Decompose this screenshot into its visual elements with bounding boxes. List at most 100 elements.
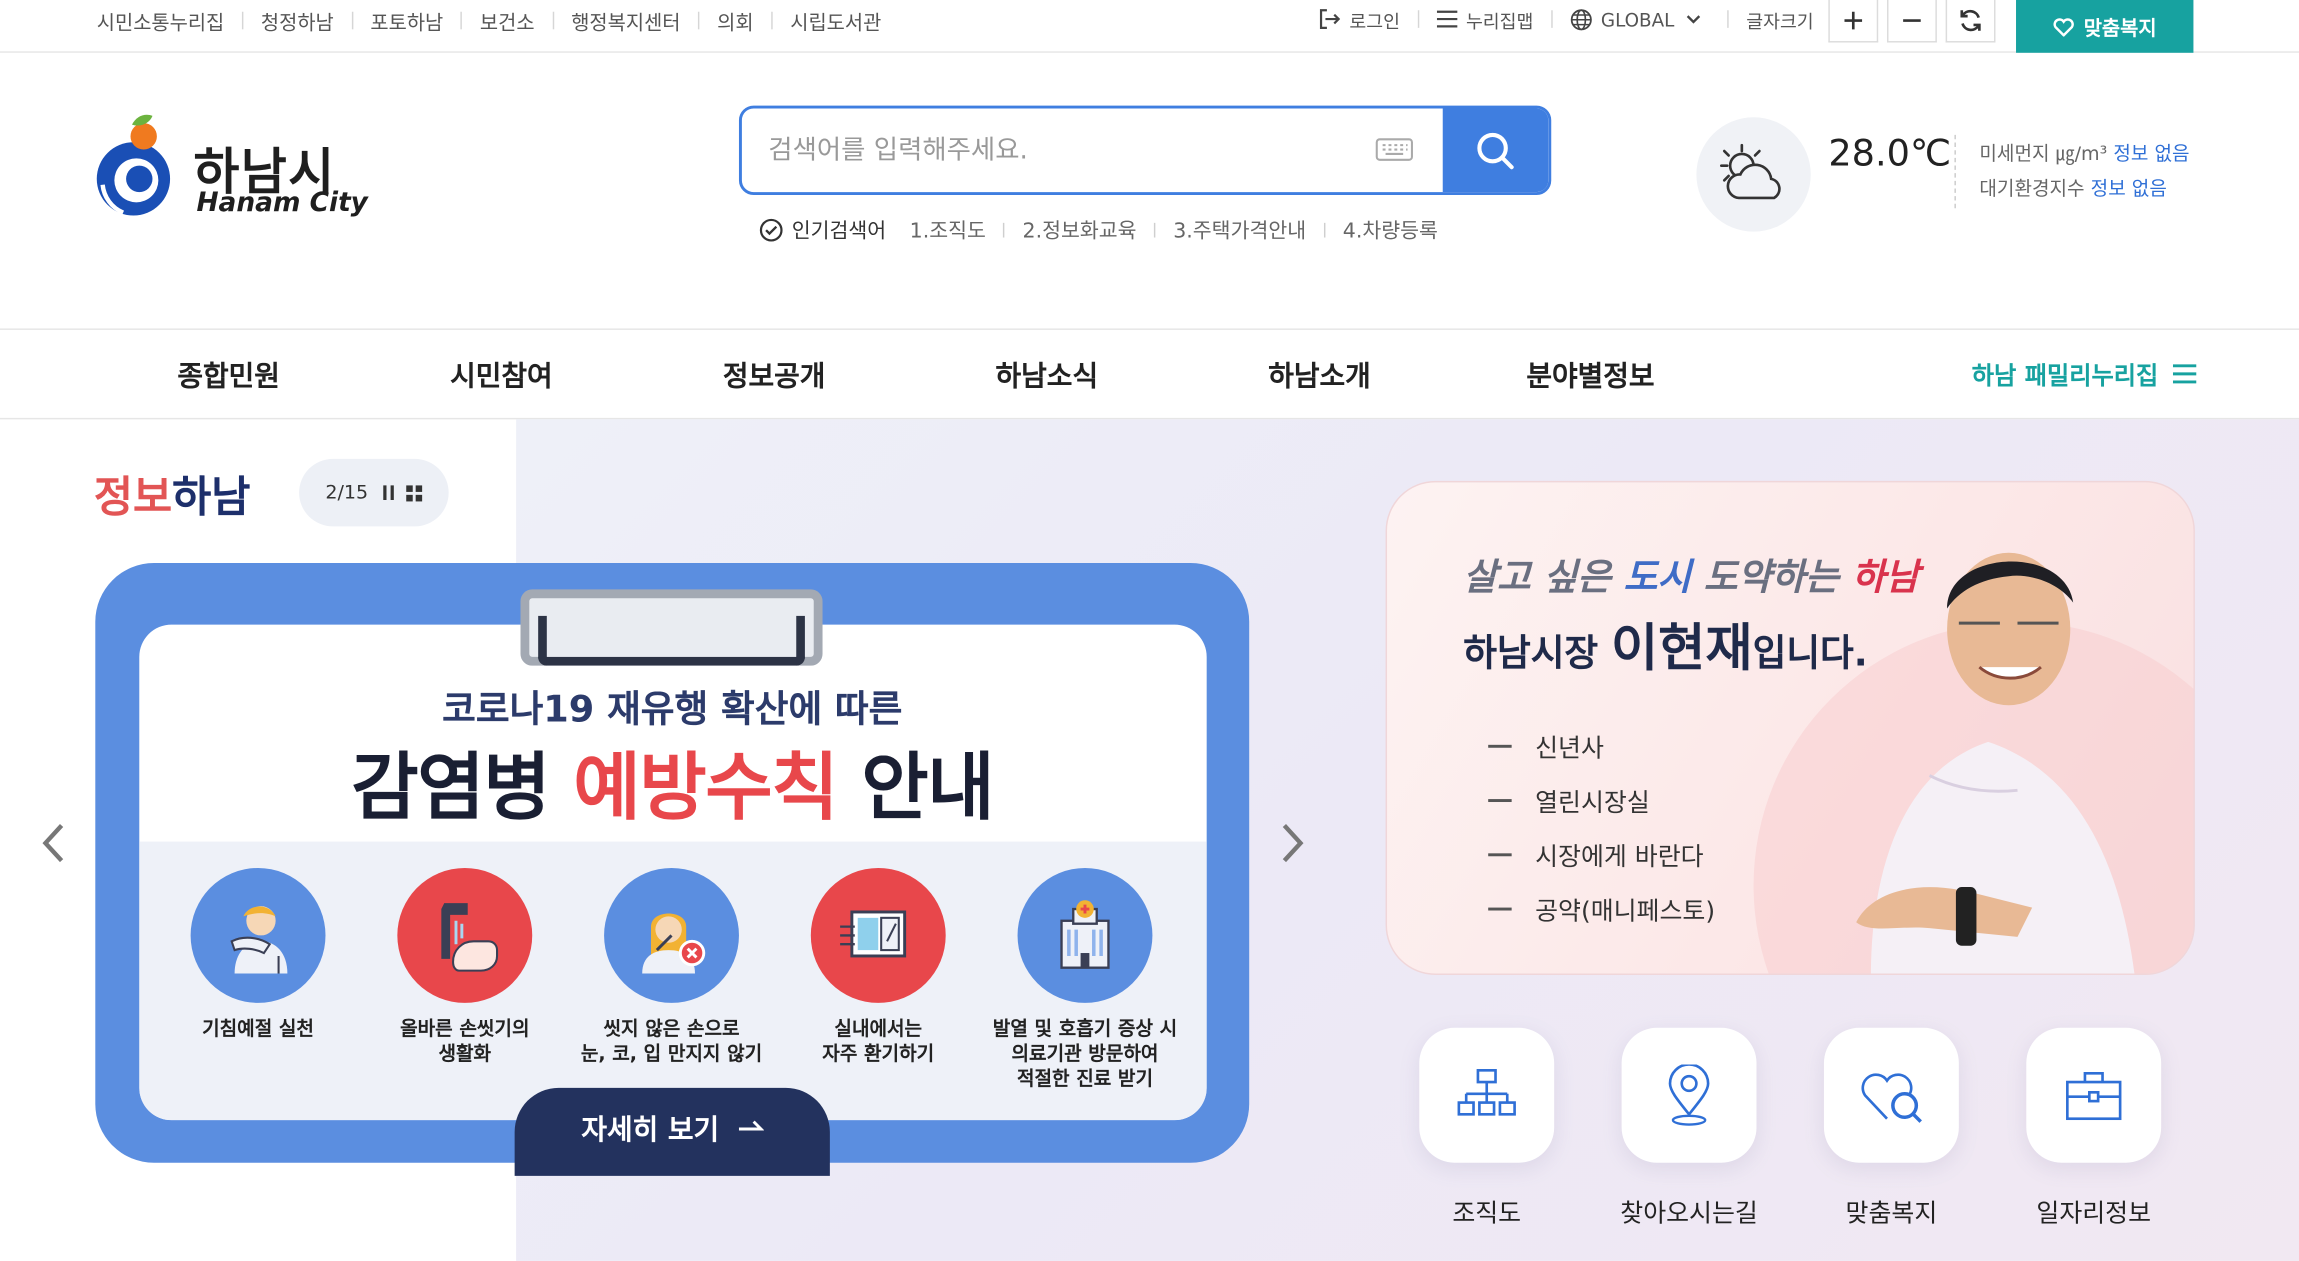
pause-icon[interactable] xyxy=(383,485,395,500)
search-input[interactable] xyxy=(768,108,1355,193)
fontsize-reset-button[interactable] xyxy=(1945,0,1996,43)
top-link-citizen[interactable]: 시민소통누리집 xyxy=(97,6,224,35)
dash-icon xyxy=(1488,744,1512,748)
divider xyxy=(771,11,773,30)
keyboard-icon[interactable] xyxy=(1375,138,1413,167)
ventilation-icon xyxy=(810,867,946,1003)
air-quality: 미세먼지 ㎍/m³ 정보 없음 대기환경지수 정보 없음 xyxy=(1979,138,2189,208)
sitemap-label: 누리집맵 xyxy=(1465,9,1534,32)
login-icon xyxy=(1319,9,1341,30)
org-chart-icon xyxy=(1457,1069,1516,1116)
tip-item: 씻지 않은 손으로 눈, 코, 입 만지지 않기 xyxy=(569,867,774,1067)
custom-welfare-button[interactable]: 맞춤복지 xyxy=(2016,0,2194,53)
fine-dust-row: 미세먼지 ㎍/m³ 정보 없음 xyxy=(1979,138,2189,173)
quick-directions[interactable]: 찾아오시는길 xyxy=(1620,1027,1758,1229)
tip-caption: 실내에서는 자주 환기하기 xyxy=(822,1019,935,1066)
quick-box xyxy=(1621,1027,1757,1163)
family-sites-link[interactable]: 하남 패밀리누리집 xyxy=(1972,330,2197,418)
banner-title-part-a: 감염병 xyxy=(351,744,574,830)
banner-subtitle: 코로나19 재유행 확산에 따른 xyxy=(442,687,903,731)
grid-view-icon[interactable] xyxy=(406,484,423,501)
top-link-council[interactable]: 의회 xyxy=(717,6,753,35)
divider xyxy=(1727,10,1729,28)
site-logo[interactable]: 하남시 Hanam City xyxy=(94,111,387,222)
top-links: 시민소통누리집 청정하남 포토하남 보건소 행정복지센터 의회 시립도서관 xyxy=(97,6,881,35)
mayor-link-label: 열린시장실 xyxy=(1535,788,1650,819)
quick-org-chart[interactable]: 조직도 xyxy=(1419,1027,1555,1229)
menu-icon xyxy=(1436,10,1458,28)
info-hanam-title: 정보하남 xyxy=(94,463,251,525)
quick-box xyxy=(1419,1027,1555,1163)
logo-text-en: Hanam City xyxy=(196,187,368,219)
temperature: 28.0℃ xyxy=(1828,131,1952,175)
mayor-link-manifesto[interactable]: 공약(매니페스토) xyxy=(1488,881,1715,935)
search-icon xyxy=(1477,132,1514,169)
mayor-link-label: 시장에게 바란다 xyxy=(1535,843,1704,873)
fontsize-decrease-button[interactable] xyxy=(1886,0,1937,43)
nav-hanam-intro[interactable]: 하남소개 xyxy=(1268,330,1371,418)
nav-civil-affairs[interactable]: 종합민원 xyxy=(177,330,280,418)
check-circle-icon xyxy=(759,218,783,242)
login-link[interactable]: 로그인 xyxy=(1319,0,1400,38)
quick-jobs[interactable]: 일자리정보 xyxy=(2026,1027,2162,1229)
prev-slide-button[interactable] xyxy=(40,821,66,871)
info-title-part-a: 정보 xyxy=(93,472,173,522)
search-button[interactable] xyxy=(1442,108,1549,193)
top-link-health-center[interactable]: 보건소 xyxy=(480,6,535,35)
detail-view-label: 자세히 보기 xyxy=(581,1114,720,1147)
banner-title: 감염병 예방수칙 안내 xyxy=(95,729,1249,835)
mayor-links: 신년사 열린시장실 시장에게 바란다 공약(매니페스토) xyxy=(1488,718,1715,935)
nav-field-info[interactable]: 분야별정보 xyxy=(1526,330,1654,418)
mayor-name: 하남시장 이현재입니다. xyxy=(1463,607,1867,682)
top-utility-bar: 시민소통누리집 청정하남 포토하남 보건소 행정복지센터 의회 시립도서관 로그… xyxy=(0,0,2299,53)
top-link-clean[interactable]: 청정하남 xyxy=(261,6,334,35)
divider xyxy=(1551,10,1553,28)
top-right-utilities: 로그인 누리집맵 GLOBAL 글자크기 맞춤복지 xyxy=(1319,0,2194,53)
hand-washing-icon xyxy=(397,867,533,1003)
divider xyxy=(1417,10,1420,28)
banner-title-part-c: 안내 xyxy=(837,744,994,830)
dash-icon xyxy=(1488,852,1512,856)
sitemap-link[interactable]: 누리집맵 xyxy=(1436,0,1534,38)
mayor-link-open-office[interactable]: 열린시장실 xyxy=(1488,773,1715,827)
nav-hanam-news[interactable]: 하남소식 xyxy=(996,330,1099,418)
detail-view-button[interactable]: 자세히 보기 xyxy=(514,1087,830,1176)
mayor-slogan: 살고 싶은 도시 도약하는 하남 xyxy=(1463,548,1919,601)
mayor-link-new-year[interactable]: 신년사 xyxy=(1488,718,1715,772)
fontsize-increase-button[interactable] xyxy=(1828,0,1879,43)
banner-title-part-b: 예방수칙 xyxy=(573,744,838,830)
clipboard-icon xyxy=(520,589,823,666)
top-link-welfare-center[interactable]: 행정복지센터 xyxy=(571,6,680,35)
popular-keyword[interactable]: 4.차량등록 xyxy=(1343,216,1438,245)
slogan-part-c: 도약하는 xyxy=(1691,555,1852,599)
next-slide-button[interactable] xyxy=(1280,821,1306,871)
tip-caption: 씻지 않은 손으로 눈, 코, 입 만지지 않기 xyxy=(580,1019,763,1066)
tip-caption: 올바른 손씻기의 생활화 xyxy=(400,1019,530,1066)
menu-icon xyxy=(2172,364,2197,385)
divider xyxy=(241,11,244,30)
dash-icon xyxy=(1488,798,1512,802)
tip-item: 올바른 손씻기의 생활화 xyxy=(362,867,567,1067)
top-link-photo[interactable]: 포토하남 xyxy=(370,6,443,35)
top-link-library[interactable]: 시립도서관 xyxy=(790,6,881,35)
mayor-link-wishes[interactable]: 시장에게 바란다 xyxy=(1488,827,1715,881)
nav-info-disclosure[interactable]: 정보공개 xyxy=(723,330,826,418)
mayor-link-label: 공약(매니페스토) xyxy=(1535,897,1716,927)
quick-custom-welfare[interactable]: 맞춤복지 xyxy=(1823,1027,1959,1229)
slide-pager: 2/15 xyxy=(299,458,449,527)
tip-caption: 발열 및 호흡기 증상 시 의료기관 방문하여 적절한 진료 받기 xyxy=(992,1019,1178,1091)
minus-icon xyxy=(1903,19,1921,22)
popular-keyword[interactable]: 2.정보화교육 xyxy=(1023,216,1137,245)
divider xyxy=(1954,134,1956,209)
divider xyxy=(1154,222,1156,238)
quick-box xyxy=(1823,1027,1959,1163)
nav-citizen-participation[interactable]: 시민참여 xyxy=(450,330,553,418)
globe-icon xyxy=(1570,8,1592,30)
search-box xyxy=(738,105,1552,196)
weather-widget xyxy=(1696,117,1811,232)
popular-keyword[interactable]: 3.주택가격안내 xyxy=(1173,216,1306,245)
popular-keyword[interactable]: 1.조직도 xyxy=(910,216,986,245)
global-language-select[interactable]: GLOBAL xyxy=(1570,0,1709,38)
heart-search-icon xyxy=(1861,1073,1922,1123)
mayor-name-part-b: 이현재 xyxy=(1610,620,1753,679)
